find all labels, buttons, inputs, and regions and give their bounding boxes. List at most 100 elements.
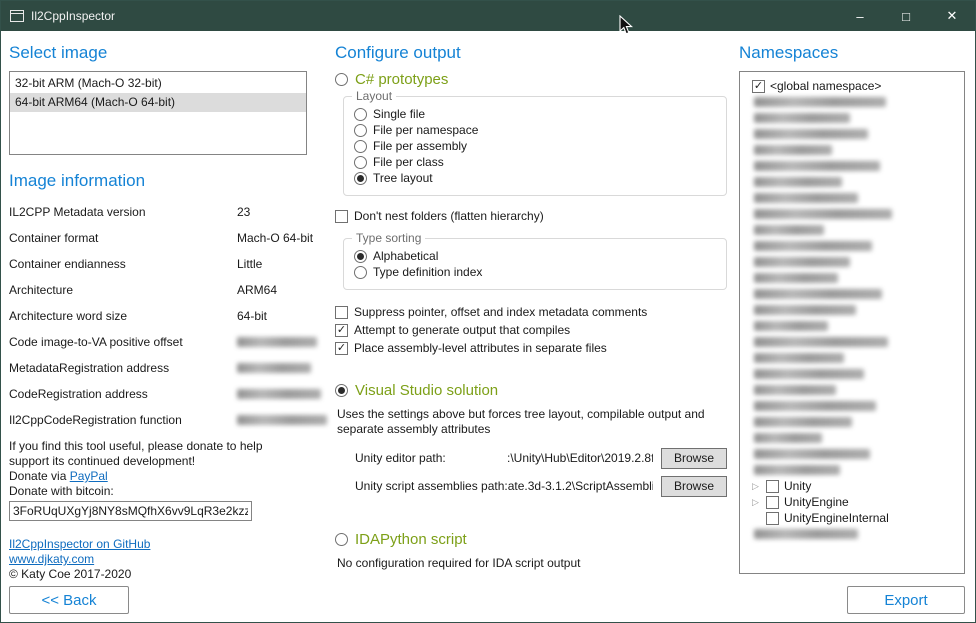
namespace-item-redacted[interactable] bbox=[742, 238, 962, 254]
namespace-item-redacted[interactable] bbox=[742, 94, 962, 110]
redacted-text bbox=[754, 353, 844, 363]
namespace-item[interactable]: ▷UnityEngine bbox=[742, 494, 962, 510]
image-list-item[interactable]: 64-bit ARM64 (Mach-O 64-bit) bbox=[10, 93, 306, 112]
namespace-item-redacted[interactable] bbox=[742, 398, 962, 414]
maximize-button[interactable]: □ bbox=[883, 1, 929, 31]
checkbox-option-place-assembly-level-attributes-in-separate-files[interactable]: ✓Place assembly-level attributes in sepa… bbox=[335, 340, 727, 356]
layout-option-file-per-assembly[interactable]: File per assembly bbox=[354, 139, 716, 153]
option-label: Single file bbox=[373, 107, 425, 121]
layout-option-single-file[interactable]: Single file bbox=[354, 107, 716, 121]
namespace-item-redacted[interactable] bbox=[742, 206, 962, 222]
redacted-text bbox=[754, 129, 868, 139]
expander-icon[interactable]: ▷ bbox=[752, 494, 766, 510]
namespace-item-redacted[interactable] bbox=[742, 158, 962, 174]
namespace-item-redacted[interactable] bbox=[742, 270, 962, 286]
browse-unity-editor-button[interactable]: Browse bbox=[661, 448, 727, 469]
namespace-item-redacted[interactable] bbox=[742, 302, 962, 318]
bitcoin-address-input[interactable] bbox=[9, 501, 252, 521]
namespace-item-redacted[interactable] bbox=[742, 430, 962, 446]
option-label: Tree layout bbox=[373, 171, 433, 185]
namespace-checkbox[interactable] bbox=[766, 496, 779, 509]
namespace-item-redacted[interactable] bbox=[742, 142, 962, 158]
checkbox-option-suppress-pointer-offset-and-index-metadata-comments[interactable]: Suppress pointer, offset and index metad… bbox=[335, 304, 727, 320]
radio-icon bbox=[354, 250, 367, 263]
namespace-item-redacted[interactable] bbox=[742, 318, 962, 334]
radio-icon bbox=[354, 140, 367, 153]
checkbox-flatten-hierarchy[interactable]: Don't nest folders (flatten hierarchy) bbox=[335, 208, 727, 224]
info-value: Mach-O 64-bit bbox=[237, 225, 327, 251]
radio-icon bbox=[335, 533, 348, 546]
close-button[interactable]: ✕ bbox=[929, 1, 975, 31]
website-link[interactable]: www.djkaty.com bbox=[9, 552, 94, 566]
select-image-heading: Select image bbox=[9, 43, 307, 63]
option-label: Attempt to generate output that compiles bbox=[354, 323, 570, 337]
namespace-tree[interactable]: ✓ <global namespace> ▷Unity▷UnityEngineUni… bbox=[739, 71, 965, 574]
layout-groupbox: Layout Single fileFile per namespaceFile… bbox=[343, 96, 727, 196]
layout-option-file-per-namespace[interactable]: File per namespace bbox=[354, 123, 716, 137]
idapython-script-label: IDAPython script bbox=[355, 531, 467, 548]
namespace-item-redacted[interactable] bbox=[742, 526, 962, 542]
radio-csharp-prototypes[interactable]: C# prototypes bbox=[335, 71, 727, 88]
radio-icon bbox=[354, 124, 367, 137]
namespace-item-redacted[interactable] bbox=[742, 334, 962, 350]
redacted-text bbox=[754, 465, 840, 475]
title-bar: Il2CppInspector – □ ✕ bbox=[1, 1, 975, 31]
redacted-text bbox=[754, 417, 852, 427]
redacted-text bbox=[754, 369, 864, 379]
info-label: Il2CppCodeRegistration function bbox=[9, 407, 237, 433]
namespace-item-redacted[interactable] bbox=[742, 222, 962, 238]
unity-editor-path-label: Unity editor path: bbox=[355, 451, 507, 465]
namespace-item-redacted[interactable] bbox=[742, 126, 962, 142]
namespace-label: <global namespace> bbox=[770, 79, 881, 93]
namespace-item-redacted[interactable] bbox=[742, 382, 962, 398]
namespace-checkbox[interactable] bbox=[766, 480, 779, 493]
namespace-checkbox[interactable]: ✓ bbox=[752, 80, 765, 93]
checkbox-icon[interactable]: ✓ bbox=[335, 342, 348, 355]
layout-option-file-per-class[interactable]: File per class bbox=[354, 155, 716, 169]
redacted-text bbox=[754, 113, 850, 123]
unity-script-assemblies-label: Unity script assemblies path: bbox=[355, 479, 508, 493]
namespace-item-redacted[interactable] bbox=[742, 286, 962, 302]
sorting-option-type-definition-index[interactable]: Type definition index bbox=[354, 265, 716, 279]
image-list-item[interactable]: 32-bit ARM (Mach-O 32-bit) bbox=[10, 74, 306, 93]
configure-output-panel: Configure output C# prototypes Layout Si… bbox=[335, 39, 727, 614]
checkbox-option-attempt-to-generate-output-that-compiles[interactable]: ✓ Attempt to generate output that compile… bbox=[335, 322, 727, 338]
namespace-item[interactable]: UnityEngineInternal bbox=[742, 510, 962, 526]
namespace-item-redacted[interactable] bbox=[742, 462, 962, 478]
expander-icon[interactable]: ▷ bbox=[752, 478, 766, 494]
paypal-link[interactable]: PayPal bbox=[70, 469, 108, 483]
checkbox-icon[interactable] bbox=[335, 306, 348, 319]
namespace-item-redacted[interactable] bbox=[742, 254, 962, 270]
redacted-text bbox=[754, 193, 858, 203]
browse-script-assemblies-button[interactable]: Browse bbox=[661, 476, 727, 497]
info-label: MetadataRegistration address bbox=[9, 355, 237, 381]
window-title: Il2CppInspector bbox=[31, 9, 115, 23]
minimize-button[interactable]: – bbox=[837, 1, 883, 31]
radio-visual-studio-solution[interactable]: Visual Studio solution bbox=[335, 382, 727, 399]
github-link[interactable]: Il2CppInspector on GitHub bbox=[9, 537, 150, 551]
app-icon bbox=[10, 10, 24, 22]
export-button[interactable]: Export bbox=[847, 586, 965, 614]
namespace-item-redacted[interactable] bbox=[742, 350, 962, 366]
layout-option-tree-layout[interactable]: Tree layout bbox=[354, 171, 716, 185]
namespace-item-redacted[interactable] bbox=[742, 174, 962, 190]
namespace-checkbox[interactable] bbox=[766, 512, 779, 525]
flatten-hierarchy-label: Don't nest folders (flatten hierarchy) bbox=[354, 209, 544, 223]
back-button[interactable]: << Back bbox=[9, 586, 129, 614]
namespace-item-redacted[interactable] bbox=[742, 190, 962, 206]
redacted-text bbox=[754, 289, 882, 299]
checkbox-icon[interactable]: ✓ bbox=[335, 324, 348, 337]
sorting-option-alphabetical[interactable]: Alphabetical bbox=[354, 249, 716, 263]
radio-idapython-script[interactable]: IDAPython script bbox=[335, 531, 727, 548]
namespace-item-redacted[interactable] bbox=[742, 446, 962, 462]
info-label: IL2CPP Metadata version bbox=[9, 199, 237, 225]
namespace-item[interactable]: ▷Unity bbox=[742, 478, 962, 494]
checkbox-icon bbox=[335, 210, 348, 223]
image-listbox[interactable]: 32-bit ARM (Mach-O 32-bit)64-bit ARM64 (… bbox=[9, 71, 307, 155]
redacted-text bbox=[754, 241, 872, 251]
namespace-item-redacted[interactable] bbox=[742, 414, 962, 430]
namespace-item[interactable]: ✓ <global namespace> bbox=[742, 78, 962, 94]
redacted-text bbox=[754, 273, 838, 283]
namespace-item-redacted[interactable] bbox=[742, 110, 962, 126]
namespace-item-redacted[interactable] bbox=[742, 366, 962, 382]
